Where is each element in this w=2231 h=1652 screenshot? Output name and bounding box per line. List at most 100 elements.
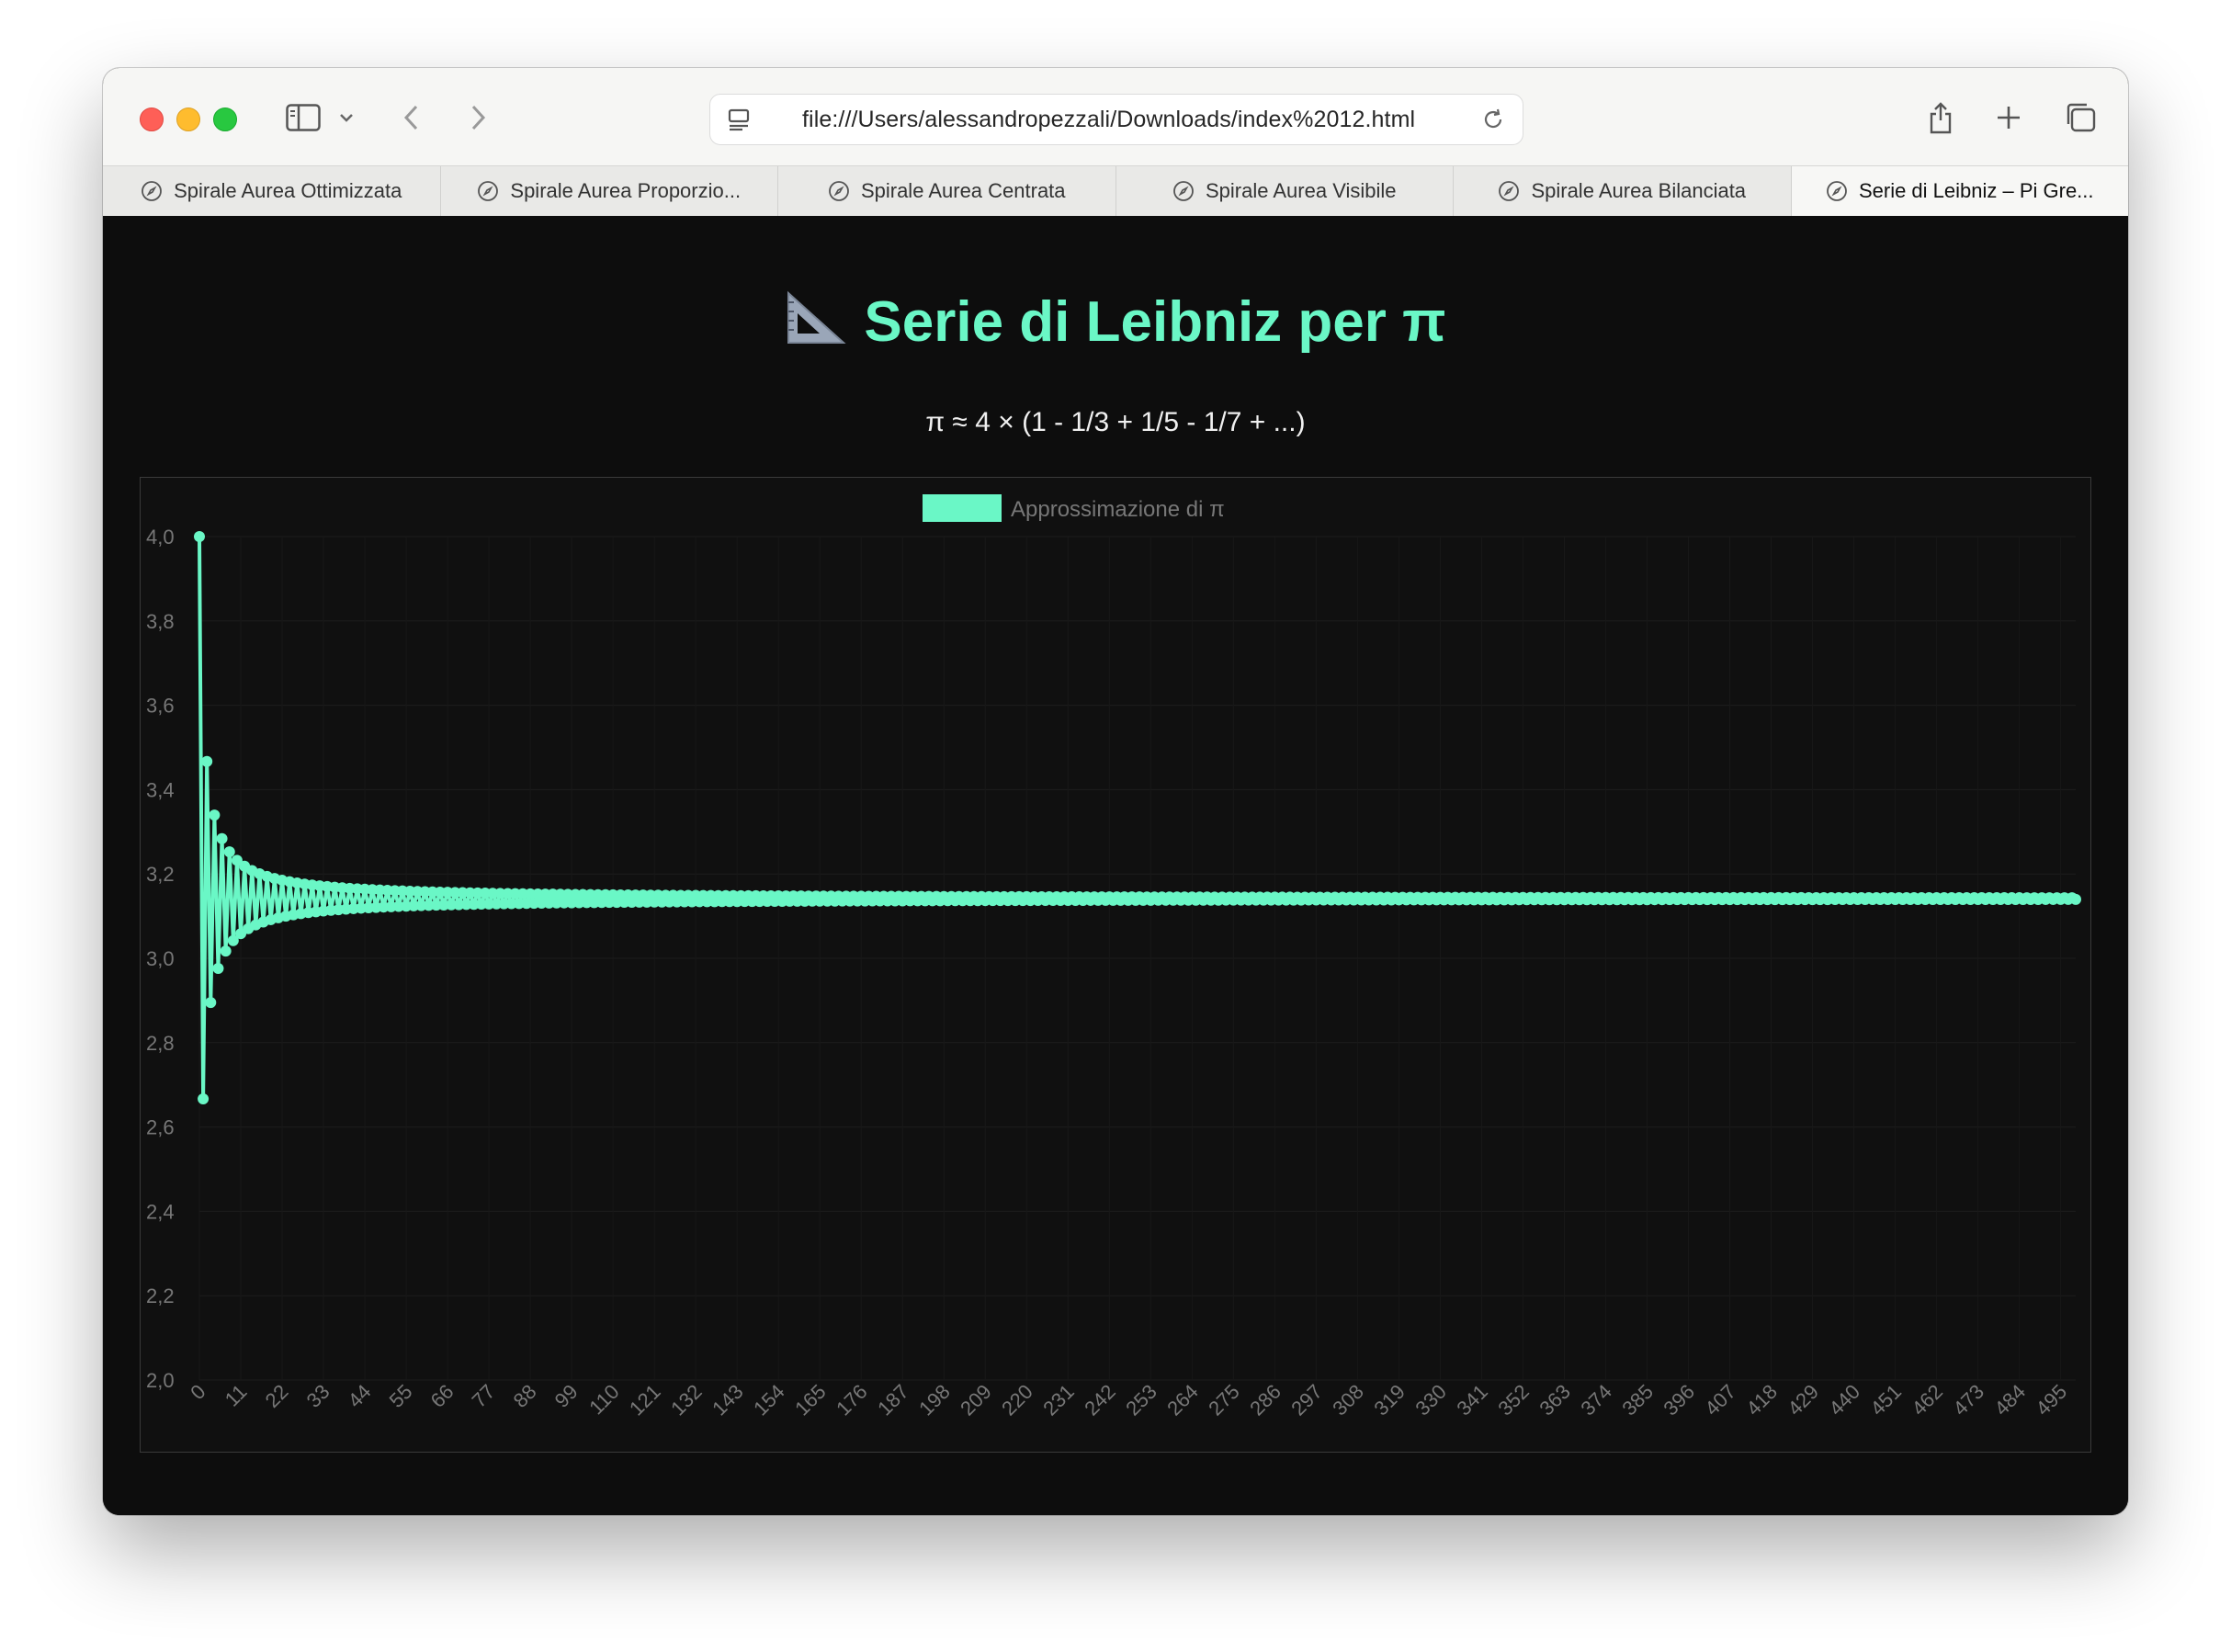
browser-toolbar: file:///Users/alessandropezzali/Download… — [103, 68, 2128, 165]
page-content: Serie di Leibniz per π π ≈ 4 × (1 - 1/3 … — [103, 216, 2128, 1515]
new-tab-icon[interactable] — [1990, 96, 2027, 140]
x-tick-label: 286 — [1245, 1380, 1285, 1420]
x-tick-label: 297 — [1286, 1380, 1327, 1420]
x-tick-label: 110 — [584, 1380, 623, 1419]
x-tick-label: 187 — [873, 1380, 913, 1420]
zoom-window-button[interactable] — [213, 107, 237, 131]
compass-icon — [477, 180, 499, 202]
tab-1[interactable]: Spirale Aurea Proporzio... — [441, 166, 778, 216]
browser-window: file:///Users/alessandropezzali/Download… — [103, 68, 2128, 1515]
x-tick-label: 253 — [1121, 1380, 1161, 1420]
y-tick-label: 2,2 — [146, 1284, 175, 1307]
compass-icon — [828, 180, 850, 202]
x-tick-label: 44 — [344, 1380, 376, 1412]
x-tick-label: 220 — [997, 1380, 1037, 1420]
tab-0[interactable]: Spirale Aurea Ottimizzata — [103, 166, 441, 216]
compass-icon — [1172, 180, 1195, 202]
x-tick-label: 154 — [749, 1380, 789, 1420]
data-point[interactable] — [216, 832, 228, 844]
x-tick-label: 352 — [1493, 1380, 1534, 1420]
chart-legend[interactable]: Approssimazione di π — [923, 494, 1225, 522]
tab-label: Spirale Aurea Proporzio... — [510, 179, 742, 202]
x-tick-label: 143 — [708, 1380, 748, 1420]
x-tick-label: 88 — [509, 1380, 541, 1412]
x-tick-label: 121 — [625, 1380, 665, 1420]
x-tick-label: 407 — [1700, 1380, 1740, 1420]
x-tick-label: 374 — [1576, 1380, 1616, 1420]
x-tick-label: 275 — [1204, 1380, 1244, 1420]
triangular-ruler-icon — [785, 289, 847, 360]
y-tick-label: 3,8 — [146, 610, 175, 633]
sidebar-toggle-icon[interactable] — [283, 96, 323, 140]
data-point[interactable] — [209, 809, 221, 821]
x-tick-label: 418 — [1741, 1380, 1782, 1420]
minimize-window-button[interactable] — [176, 107, 200, 131]
data-point[interactable] — [223, 846, 235, 858]
tab-overview-icon[interactable] — [2060, 96, 2101, 140]
tab-label: Spirale Aurea Centrata — [860, 179, 1066, 202]
data-point[interactable] — [198, 1093, 210, 1104]
x-tick-label: 33 — [302, 1380, 334, 1412]
tab-2[interactable]: Spirale Aurea Centrata — [778, 166, 1116, 216]
data-point[interactable] — [194, 531, 205, 542]
legend-label: Approssimazione di π — [1011, 497, 1225, 522]
tab-3[interactable]: Spirale Aurea Visibile — [1116, 166, 1454, 216]
legend-swatch — [923, 494, 1002, 522]
page-title-text: Serie di Leibniz per π — [864, 290, 1446, 354]
tab-label: Spirale Aurea Ottimizzata — [174, 179, 402, 202]
share-icon[interactable] — [1922, 96, 1959, 140]
x-tick-label: 198 — [914, 1380, 955, 1420]
tab-bar: Spirale Aurea Ottimizzata Spirale Aurea P… — [103, 165, 2128, 217]
x-tick-label: 77 — [468, 1380, 500, 1412]
x-tick-label: 396 — [1659, 1380, 1699, 1420]
reload-icon[interactable] — [1480, 107, 1506, 137]
chart-container: Approssimazione di π 4,0 3,8 3,6 3,4 3,2 3,0 2… — [140, 477, 2091, 1453]
data-point[interactable] — [205, 997, 217, 1009]
tab-4[interactable]: Spirale Aurea Bilanciata — [1454, 166, 1792, 216]
compass-icon — [1498, 180, 1520, 202]
x-tick-label: 165 — [790, 1380, 831, 1420]
page-settings-icon[interactable] — [727, 107, 753, 137]
x-tick-label: 330 — [1410, 1380, 1451, 1420]
tab-label: Spirale Aurea Visibile — [1206, 179, 1397, 202]
x-tick-label: 264 — [1162, 1380, 1203, 1420]
leibniz-chart: Approssimazione di π 4,0 3,8 3,6 3,4 3,2 3,0 2… — [146, 494, 2081, 1420]
address-bar[interactable]: file:///Users/alessandropezzali/Download… — [709, 94, 1523, 145]
y-tick-label: 2,6 — [146, 1116, 175, 1139]
close-window-button[interactable] — [140, 107, 164, 131]
y-tick-label: 2,8 — [146, 1032, 175, 1055]
x-tick-label: 308 — [1328, 1380, 1368, 1420]
y-tick-label: 3,6 — [146, 695, 175, 718]
forward-arrow-icon[interactable] — [461, 96, 494, 140]
data-point[interactable] — [201, 755, 213, 767]
data-point[interactable] — [2070, 893, 2081, 905]
y-tick-label: 4,0 — [146, 526, 175, 549]
x-tick-label: 11 — [221, 1380, 252, 1411]
x-tick-label: 319 — [1369, 1380, 1410, 1420]
compass-icon — [1826, 180, 1848, 202]
x-tick-label: 473 — [1948, 1380, 1988, 1420]
x-tick-label: 495 — [2032, 1380, 2072, 1420]
x-tick-label: 132 — [666, 1380, 707, 1420]
data-point[interactable] — [220, 945, 232, 957]
x-tick-label: 231 — [1038, 1380, 1079, 1420]
url-text: file:///Users/alessandropezzali/Download… — [802, 107, 1416, 132]
data-point[interactable] — [212, 962, 224, 974]
chevron-down-icon[interactable] — [334, 96, 358, 140]
x-tick-label: 242 — [1080, 1380, 1120, 1420]
y-tick-label: 3,4 — [146, 778, 175, 801]
x-tick-label: 209 — [956, 1380, 996, 1420]
back-arrow-icon[interactable] — [395, 96, 428, 140]
x-tick-label: 484 — [1990, 1380, 2031, 1420]
y-tick-label: 2,4 — [146, 1200, 175, 1223]
y-tick-label: 2,0 — [146, 1369, 175, 1392]
tab-5[interactable]: Serie di Leibniz – Pi Gre... — [1791, 166, 2128, 216]
page-title: Serie di Leibniz per π — [103, 289, 2128, 360]
x-tick-label: 0 — [186, 1380, 210, 1404]
compass-icon — [141, 180, 163, 202]
x-tick-label: 99 — [550, 1380, 583, 1412]
tab-label: Serie di Leibniz – Pi Gre... — [1858, 179, 2094, 202]
x-tick-label: 363 — [1535, 1380, 1575, 1420]
tab-label: Spirale Aurea Bilanciata — [1531, 179, 1747, 202]
x-tick-label: 429 — [1783, 1380, 1823, 1420]
